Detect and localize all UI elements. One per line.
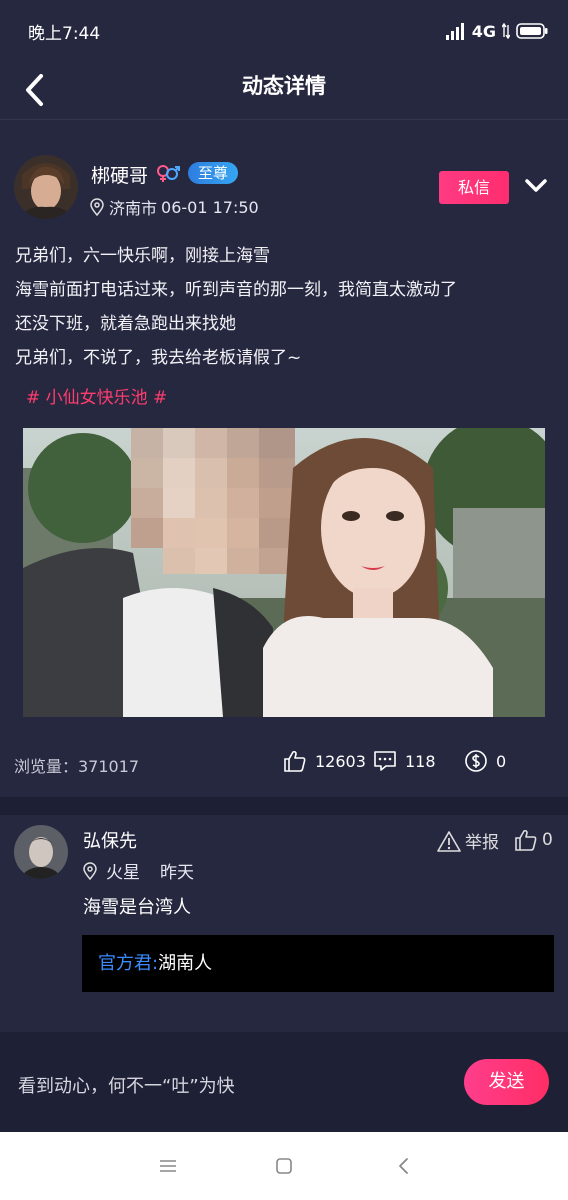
commenter-avatar[interactable]	[14, 825, 68, 879]
top-navigation-bar: 动态详情	[0, 60, 568, 120]
comment-meta: 火星 昨天	[82, 858, 194, 883]
official-reply: 官方君:湖南人	[82, 935, 554, 992]
home-icon[interactable]	[274, 1156, 294, 1176]
post-photo[interactable]	[23, 428, 545, 717]
view-count: 浏览量：371017	[14, 757, 140, 776]
signal-icon	[445, 23, 464, 40]
tip-count: 0	[496, 751, 507, 771]
avatar-image	[14, 155, 78, 219]
post-datetime: 06-01 17:50	[161, 197, 259, 217]
page-title: 动态详情	[242, 74, 326, 98]
comment-location: 火星	[106, 863, 140, 883]
dollar-coin-icon	[465, 750, 487, 772]
comment-icon	[374, 751, 396, 771]
comment-like-count: 0	[542, 830, 553, 850]
comment-input[interactable]: 看到动心，何不一“吐”为快	[18, 1072, 438, 1098]
photo-image	[23, 428, 545, 717]
commenter-name[interactable]: 弘保先	[83, 827, 137, 853]
status-indicators: 4G	[445, 20, 548, 42]
like-button[interactable]: 12603	[283, 749, 366, 773]
post-text-line: 还没下班，就着急跑出来找她	[15, 314, 236, 334]
post-card: 梆硬哥 至尊 济南市 06-01 17:50 私信 兄弟们，六一快乐啊，刚接上海…	[0, 121, 568, 797]
comment-text: 海雪是台湾人	[83, 897, 191, 918]
author-avatar[interactable]	[14, 155, 78, 219]
location-pin-icon	[83, 861, 97, 880]
post-text-line: 兄弟们，六一快乐啊，刚接上海雪	[15, 246, 270, 266]
section-divider	[0, 797, 568, 815]
comment-button[interactable]: 118	[373, 749, 436, 773]
post-location: 济南市	[109, 199, 158, 218]
battery-icon	[516, 23, 548, 39]
post-text-line: 兄弟们，不说了，我去给老板请假了~	[15, 348, 302, 368]
system-navigation-bar	[0, 1132, 568, 1200]
report-label: 举报	[465, 833, 499, 853]
report-button[interactable]: 举报	[437, 828, 499, 853]
network-type: 4G	[471, 21, 496, 41]
gender-icon	[157, 165, 180, 182]
back-icon[interactable]	[394, 1156, 414, 1176]
comment-time: 昨天	[160, 863, 194, 883]
topic-tag[interactable]: # 小仙女快乐池 #	[26, 383, 167, 408]
data-arrows-icon	[502, 23, 510, 39]
send-button[interactable]: 发送	[464, 1059, 549, 1105]
comment-count: 118	[405, 751, 436, 771]
vip-badge: 至尊	[188, 162, 238, 184]
thumbs-up-icon	[515, 829, 537, 851]
post-meta: 济南市 06-01 17:50	[89, 195, 259, 219]
avatar-image	[14, 825, 68, 879]
post-body: 兄弟们，六一快乐啊，刚接上海雪 海雪前面打电话过来，听到声音的那一刻，我简直太激…	[15, 239, 555, 375]
reply-text: 湖南人	[158, 953, 213, 974]
comment-input-bar: 看到动心，何不一“吐”为快 发送	[0, 1032, 568, 1132]
status-bar: 晚上7:44 4G	[0, 0, 568, 60]
post-text-line: 海雪前面打电话过来，听到声音的那一刻，我简直太激动了	[15, 280, 457, 300]
menu-icon[interactable]	[158, 1156, 178, 1176]
like-count: 12603	[315, 751, 366, 771]
tip-button[interactable]: 0	[464, 749, 506, 773]
comment-item: 弘保先 火星 昨天 举报 0 海雪是台湾人 官方君:湖南人	[0, 815, 568, 1032]
warning-icon	[437, 830, 461, 852]
thumbs-up-icon	[284, 750, 306, 772]
location-pin-icon	[90, 198, 104, 216]
status-time: 晚上7:44	[28, 24, 101, 44]
author-name[interactable]: 梆硬哥	[91, 161, 148, 188]
chevron-down-icon[interactable]	[522, 173, 550, 199]
reply-author[interactable]: 官方君:	[98, 953, 158, 974]
private-message-button[interactable]: 私信	[439, 171, 509, 204]
comment-like-button[interactable]: 0	[514, 828, 553, 852]
